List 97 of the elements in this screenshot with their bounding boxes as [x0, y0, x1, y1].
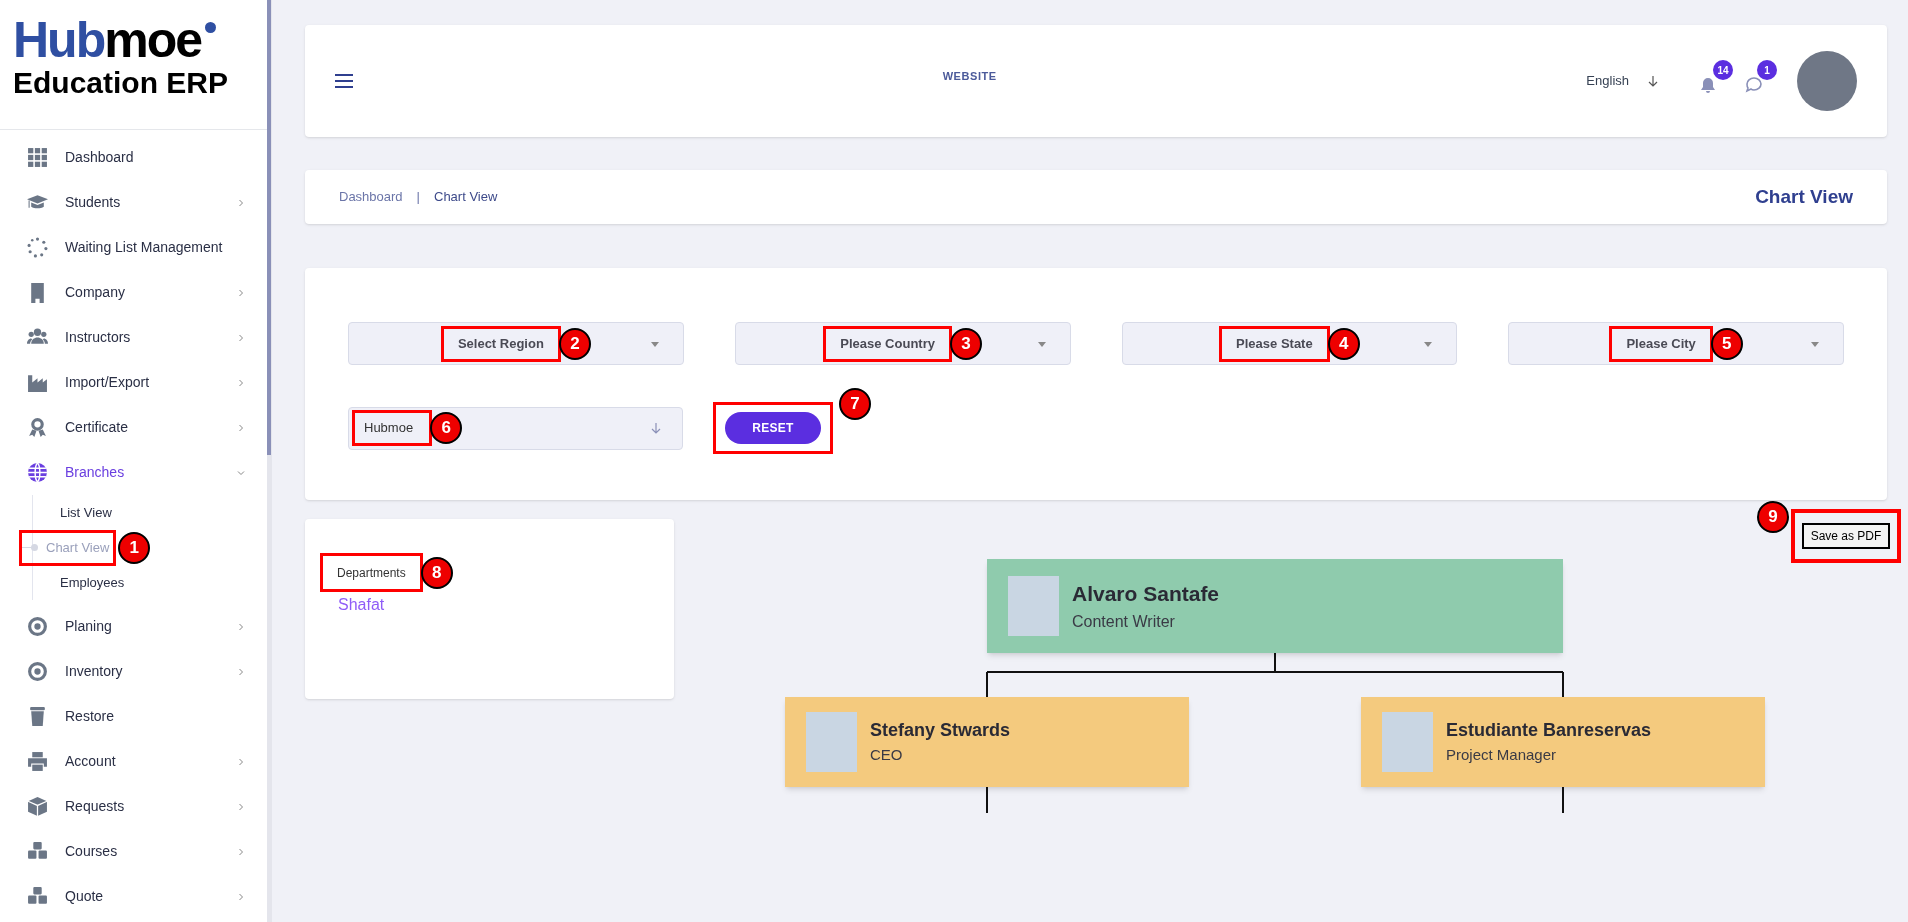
ribbon-icon: [27, 417, 48, 438]
chevron-icon: [237, 847, 245, 856]
notifications-button[interactable]: 14: [1699, 60, 1733, 94]
annotation-frame: Please State: [1219, 325, 1330, 362]
scrollbar-thumb[interactable]: [267, 0, 271, 455]
website-link[interactable]: WEBSITE: [942, 67, 997, 85]
breadcrumb-current: Chart View: [434, 188, 498, 207]
caret-icon: [650, 342, 659, 347]
bell-icon: [1699, 76, 1717, 94]
logo-text: Hub: [13, 14, 105, 66]
chevron-icon: [237, 667, 245, 676]
reset-button[interactable]: RESET: [725, 412, 821, 444]
trash-icon: [27, 706, 48, 727]
sidebar-item[interactable]: Branches: [0, 450, 267, 495]
photo-placeholder: [1382, 712, 1433, 772]
caret-icon: [1037, 342, 1046, 347]
annotation-number: 7: [839, 388, 871, 420]
departments-label: Departments: [336, 564, 407, 582]
factory-icon: [27, 372, 48, 393]
sidebar-item[interactable]: Instructors: [0, 315, 267, 360]
annotation-frame: Select Region: [440, 325, 561, 362]
person-name: Stefany Stwards: [870, 719, 1011, 743]
person-role: CEO: [870, 745, 904, 766]
target-icon: [27, 616, 48, 637]
chevron-icon: [237, 333, 245, 342]
submenu-item[interactable]: List View: [60, 502, 112, 523]
caret-icon: [1811, 342, 1819, 347]
photo-placeholder: [806, 712, 857, 772]
person-role: Project Manager: [1446, 745, 1558, 766]
sidebar-item[interactable]: Planing: [0, 604, 267, 649]
boxes-icon: [27, 841, 48, 862]
chevron-icon: [237, 288, 245, 297]
sidebar-item[interactable]: Restore: [0, 694, 267, 739]
select-field[interactable]: Select Region 2: [348, 322, 684, 365]
save-pdf-button[interactable]: Save as PDF: [1801, 523, 1891, 549]
annotation-number: 6: [430, 412, 463, 444]
dots-circle-icon: [27, 237, 48, 258]
annotation-number: 1: [118, 531, 151, 564]
notification-count: 14: [1713, 60, 1733, 80]
avatar[interactable]: [1797, 51, 1857, 111]
photo-placeholder: [1008, 576, 1059, 636]
annotation-number: 2: [558, 327, 591, 360]
sidebar-item[interactable]: Dashboard: [0, 135, 267, 180]
select-field[interactable]: Please State 4: [1121, 322, 1458, 365]
messages-button[interactable]: 1: [1745, 60, 1779, 94]
sidebar-item[interactable]: Requests: [0, 784, 267, 829]
chevron-icon: [237, 468, 245, 477]
sidebar-item[interactable]: Import/Export: [0, 360, 267, 405]
chevron-icon: [237, 198, 245, 207]
department-link[interactable]: Shafat: [338, 593, 385, 617]
printer-icon: [27, 751, 48, 772]
annotation-number: 8: [420, 556, 453, 589]
logo-subtitle: Education ERP: [13, 66, 230, 100]
menu-icon[interactable]: [335, 74, 353, 88]
company-select[interactable]: Hubmoe 6: [348, 406, 683, 450]
globe-icon: [27, 462, 48, 483]
arrow-down-icon: [1647, 75, 1659, 87]
annotation-number: 5: [1710, 327, 1743, 360]
logo-text: moe: [104, 14, 201, 66]
sidebar-item[interactable]: Company: [0, 270, 267, 315]
target-icon: [27, 661, 48, 682]
person-name: Alvaro Santafe: [1072, 581, 1220, 608]
boxes-icon: [27, 886, 48, 907]
arrow-down-icon: [650, 422, 662, 434]
chevron-icon: [237, 622, 245, 631]
chevron-icon: [237, 802, 245, 811]
sidebar-item[interactable]: Students: [0, 180, 267, 225]
select-field[interactable]: Please City 5: [1508, 322, 1844, 365]
grid-icon: [27, 147, 48, 168]
caret-icon: [1424, 342, 1433, 347]
chevron-icon: [237, 378, 245, 387]
chat-icon: [1745, 76, 1763, 94]
breadcrumb-separator: |: [416, 188, 420, 207]
annotation-frame: Please Country: [823, 325, 952, 362]
sidebar-item[interactable]: Courses: [0, 829, 267, 874]
annotation-frame: Please City: [1609, 325, 1713, 362]
person-name: Estudiante Banreservas: [1446, 719, 1652, 743]
breadcrumb-link[interactable]: Dashboard: [339, 187, 403, 207]
submenu-item[interactable]: Employees: [60, 572, 125, 593]
person-role: Content Writer: [1072, 611, 1176, 632]
chevron-icon: [237, 892, 245, 901]
chevron-icon: [237, 757, 245, 766]
sidebar-item[interactable]: Waiting List Management: [0, 225, 267, 270]
language-dropdown[interactable]: English: [1586, 71, 1659, 91]
sidebar-item[interactable]: Account: [0, 739, 267, 784]
sidebar-item[interactable]: Quote: [0, 874, 267, 919]
sidebar-item[interactable]: Certificate: [0, 405, 267, 450]
page-title: Chart View: [1755, 184, 1853, 209]
annotation-number: 9: [1757, 501, 1789, 533]
message-count: 1: [1757, 60, 1777, 80]
annotation-number: 4: [1327, 327, 1360, 360]
chevron-icon: [237, 423, 245, 432]
select-field[interactable]: Please Country 3: [734, 322, 1071, 365]
annotation-frame: Hubmoe: [352, 410, 433, 446]
sidebar-item[interactable]: Inventory: [0, 649, 267, 694]
annotation-number: 3: [949, 327, 982, 360]
cube-icon: [27, 796, 48, 817]
